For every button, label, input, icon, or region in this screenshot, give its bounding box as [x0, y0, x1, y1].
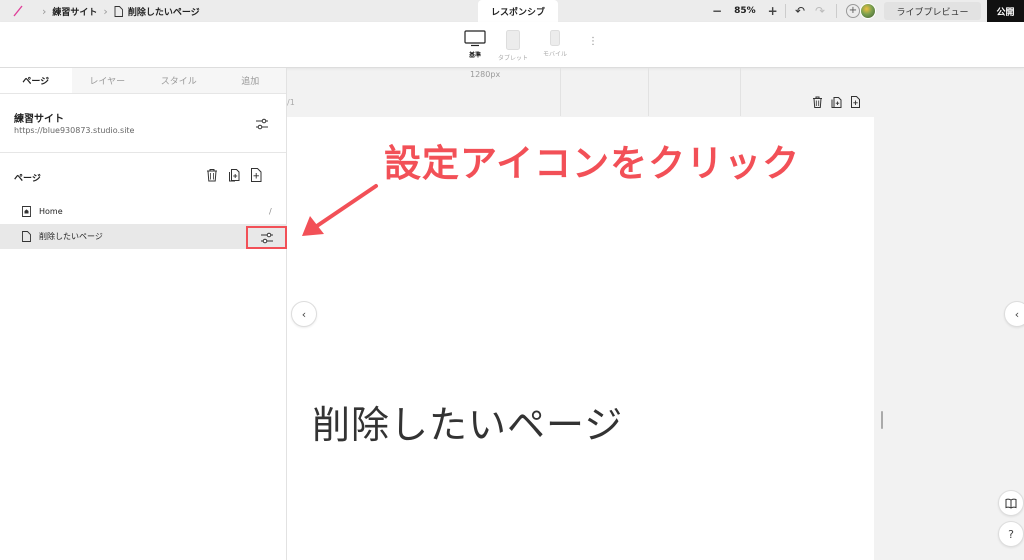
zoom-out-button[interactable]: −	[712, 4, 722, 18]
chevron-right-icon: ›	[103, 4, 108, 18]
tab-layers[interactable]: レイヤー	[72, 68, 144, 93]
page-item-label: Home	[39, 207, 63, 216]
site-settings-button[interactable]	[255, 115, 269, 134]
live-preview-button[interactable]: ライブプレビュー	[884, 2, 981, 20]
canvas-page-path: /1	[287, 98, 295, 107]
tab-responsive[interactable]: レスポンシブ	[478, 0, 558, 22]
question-icon: ?	[1008, 527, 1014, 541]
zoom-control: − 85% +	[712, 0, 778, 22]
add-page-icon[interactable]	[850, 96, 861, 108]
zoom-in-button[interactable]: +	[768, 4, 778, 18]
device-mobile[interactable]: モバイル	[543, 30, 567, 58]
zoom-level[interactable]: 85%	[734, 6, 756, 16]
breadcrumb-site[interactable]: 練習サイト	[52, 5, 97, 18]
more-icon[interactable]: ⋮	[588, 36, 598, 47]
collapse-left-panel-button[interactable]: ‹	[291, 301, 317, 327]
home-page-icon	[22, 206, 31, 217]
device-bar: 基準 タブレット モバイル ⋮	[0, 22, 1024, 68]
breadcrumb-page-label: 削除したいページ	[127, 7, 200, 18]
page-item-delete-target[interactable]: 削除したいページ	[0, 224, 287, 249]
desktop-icon	[464, 30, 486, 47]
guide-book-button[interactable]	[998, 490, 1024, 516]
tab-add[interactable]: 追加	[215, 68, 287, 93]
page-icon	[114, 5, 123, 17]
settings-sliders-icon	[256, 118, 268, 130]
page-item-label: 削除したいページ	[39, 232, 103, 241]
add-page-icon[interactable]	[250, 168, 262, 182]
page-item-path: /	[269, 207, 272, 216]
help-button[interactable]: ?	[998, 521, 1024, 547]
site-info: 練習サイト https://blue930873.studio.site	[0, 94, 286, 153]
device-tablet[interactable]: タブレット	[498, 30, 528, 62]
settings-sliders-icon	[260, 232, 273, 243]
pages-tools	[206, 168, 262, 182]
guide-line	[560, 68, 561, 116]
site-url: https://blue930873.studio.site	[14, 126, 135, 135]
canvas-page-tools	[812, 96, 861, 108]
trash-icon[interactable]	[206, 168, 218, 182]
device-desktop[interactable]: 基準	[464, 30, 486, 59]
redo-icon[interactable]: ↷	[815, 4, 825, 18]
tablet-icon	[506, 30, 520, 50]
resize-handle[interactable]	[881, 411, 883, 429]
mobile-icon	[550, 30, 560, 46]
chevron-left-icon: ‹	[1014, 307, 1020, 321]
device-desktop-label: 基準	[468, 52, 481, 59]
studio-logo-icon[interactable]	[0, 0, 36, 22]
page-icon	[22, 231, 31, 242]
top-bar: › 練習サイト › 削除したいページ レスポンシブ − 85% + ↶ ↷ + …	[0, 0, 1024, 22]
device-tablet-label: タブレット	[498, 55, 529, 62]
divider	[836, 4, 837, 18]
tab-styles[interactable]: スタイル	[143, 68, 215, 93]
page-settings-button[interactable]	[246, 226, 287, 249]
panel-tabs: ページ レイヤー スタイル 追加	[0, 68, 286, 94]
canvas-width-label: 1280px	[470, 70, 501, 79]
undo-icon[interactable]: ↶	[795, 4, 805, 18]
guide-line	[648, 68, 649, 116]
pages-heading: ページ	[14, 174, 41, 184]
chevron-right-icon: ›	[42, 4, 47, 18]
chevron-left-icon: ‹	[301, 307, 307, 321]
site-name: 練習サイト	[14, 114, 64, 125]
divider	[785, 4, 786, 18]
duplicate-page-icon[interactable]	[831, 96, 842, 108]
annotation-arrow-icon	[302, 184, 378, 236]
annotation-callout: 設定アイコンをクリック	[384, 142, 801, 185]
expand-right-panel-button[interactable]: ‹	[1004, 301, 1024, 327]
book-icon	[1005, 498, 1017, 509]
tab-pages[interactable]: ページ	[0, 68, 72, 93]
left-panel: ページ レイヤー スタイル 追加 練習サイト https://blue93087…	[0, 68, 287, 560]
avatar[interactable]	[860, 3, 876, 19]
duplicate-page-icon[interactable]	[228, 168, 240, 182]
publish-button[interactable]: 公開	[987, 0, 1024, 22]
device-mobile-label: モバイル	[543, 51, 568, 58]
artboard-heading[interactable]: 削除したいページ	[312, 394, 623, 449]
trash-icon[interactable]	[812, 96, 823, 108]
invite-plus-icon[interactable]: +	[846, 4, 860, 18]
page-item-home[interactable]: Home /	[0, 199, 287, 224]
guide-line	[740, 68, 741, 116]
breadcrumb-page[interactable]: 削除したいページ	[114, 5, 200, 18]
